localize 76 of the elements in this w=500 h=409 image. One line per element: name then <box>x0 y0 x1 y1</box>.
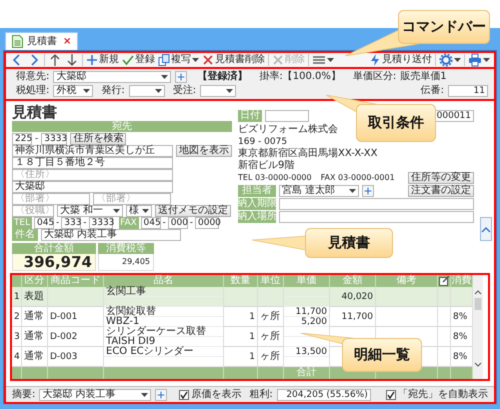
change-address-button[interactable]: 住所等の変更 <box>408 172 474 184</box>
footer-label: 合計 <box>284 367 330 379</box>
section-header: 宛先 <box>12 121 232 132</box>
company-zip: 169 - 0075 <box>238 136 288 148</box>
separator-text: - <box>35 133 38 144</box>
delete-estimate-button[interactable]: 見積書削除 <box>201 53 266 67</box>
slip-number-field[interactable]: 11 <box>448 85 488 97</box>
callout: 見積書 <box>252 228 393 258</box>
table-cell: 13,500 <box>284 347 329 357</box>
date-label: 日付 <box>238 110 262 122</box>
gross-profit-field: 204,205 (55.56%) <box>276 388 371 400</box>
table-cell: シリンダーケース取替 <box>104 327 223 337</box>
customer-select[interactable]: 大築邸 <box>53 71 172 83</box>
document-title: 見積書 <box>12 104 58 121</box>
new-button[interactable]: 新規 <box>85 53 120 67</box>
subject-field[interactable]: 大築邸 内装工事 <box>41 229 181 241</box>
number-field[interactable]: 000011 <box>434 110 474 122</box>
table-cell: 11,700 <box>284 307 329 317</box>
summary-label: 摘要: <box>12 388 36 400</box>
rate-text: 掛率:【100.0%】 <box>259 71 341 83</box>
total-header: 合計金額 <box>12 243 96 254</box>
separator-text: - <box>190 217 193 229</box>
input-field[interactable]: 045 <box>140 217 160 229</box>
company-building: 新宿ビル9階 <box>238 160 296 172</box>
company-name: ビズリフォーム株式会 <box>238 124 339 136</box>
input-field[interactable]: 333 <box>61 217 82 229</box>
input-field[interactable]: 000 <box>168 217 188 229</box>
close-button[interactable]: × <box>61 36 74 46</box>
address-search-button[interactable]: 住所を検索 <box>70 133 126 145</box>
input-field[interactable]: 0000 <box>195 217 219 229</box>
tax-amount: 29,405 <box>98 254 154 271</box>
order-label: 受注: <box>172 85 196 97</box>
separator-text: - <box>162 217 166 229</box>
address-field[interactable]: １８丁目５番地２号 <box>12 157 173 169</box>
customer-label: 得意先: <box>16 71 50 83</box>
name-field[interactable]: 大築邸 <box>12 181 173 193</box>
honorific-select[interactable]: 様 <box>126 205 152 217</box>
staff-select[interactable]: 宮島 達太郎 <box>279 185 359 197</box>
table-cell: 玄関工事 <box>104 287 223 297</box>
send-memo-button[interactable]: 送付メモの設定 <box>155 205 231 217</box>
registration-status: 【登録済】 <box>197 71 248 83</box>
tab[interactable]: 見積書 × <box>5 32 78 50</box>
summary-select[interactable]: 大築邸 内装工事 <box>39 388 152 400</box>
person-select[interactable]: 大築 和一 <box>57 205 123 217</box>
address-field[interactable]: 神奈川県横浜市青葉区美しが丘 <box>12 145 173 157</box>
auto-recipient-checkbox[interactable]: 「宛先」を自動表示 <box>386 390 488 400</box>
tax-label: 税処理: <box>16 85 50 97</box>
price-class-value: 販売単価1 <box>400 71 447 83</box>
table-cell: 玄関錠取替 <box>104 307 223 317</box>
table-cell: ECO ECシリンダー <box>104 347 223 357</box>
show-cost-checkbox[interactable]: 原価を表示 <box>179 390 242 400</box>
gross-profit-label: 粗利: <box>249 388 273 400</box>
input-field[interactable]: 225 <box>12 133 32 145</box>
tax-select[interactable]: 外税 <box>53 85 94 97</box>
company-fax: FAX 03-0000-0001 <box>320 172 395 184</box>
show-map-button[interactable]: 地図を表示 <box>176 145 232 157</box>
issue-label: 発行: <box>101 85 125 97</box>
register-button[interactable]: 登録 <box>121 53 156 67</box>
company-tel: TEL 03-0000-0000 <box>238 172 312 184</box>
separator-text: - <box>56 217 60 229</box>
fax-label: FAX <box>118 217 138 229</box>
tel-label: TEL <box>12 217 32 229</box>
separator-text: - <box>83 217 86 228</box>
price-class-label: 単価区分: <box>352 71 396 83</box>
order-settings-button[interactable]: 注文書の設定 <box>408 185 474 197</box>
company-address: 東京都新宿区高田馬場XX-X-XX <box>238 148 378 160</box>
input-field[interactable]: 3333 <box>88 217 112 229</box>
total-amount: 396,974 <box>12 254 96 271</box>
slip-number-label: 伝番: <box>420 85 444 97</box>
send-estimate-button[interactable]: 見積り送付 <box>368 53 433 67</box>
copy-button[interactable]: 複写 <box>157 53 200 67</box>
input-field[interactable]: 045 <box>34 217 54 229</box>
tax-header: 消費税等 <box>98 243 154 254</box>
subject-label: 件名 <box>12 229 38 241</box>
input-field[interactable]: 3333 <box>41 133 68 145</box>
staff-label: 担当者 <box>238 185 276 197</box>
